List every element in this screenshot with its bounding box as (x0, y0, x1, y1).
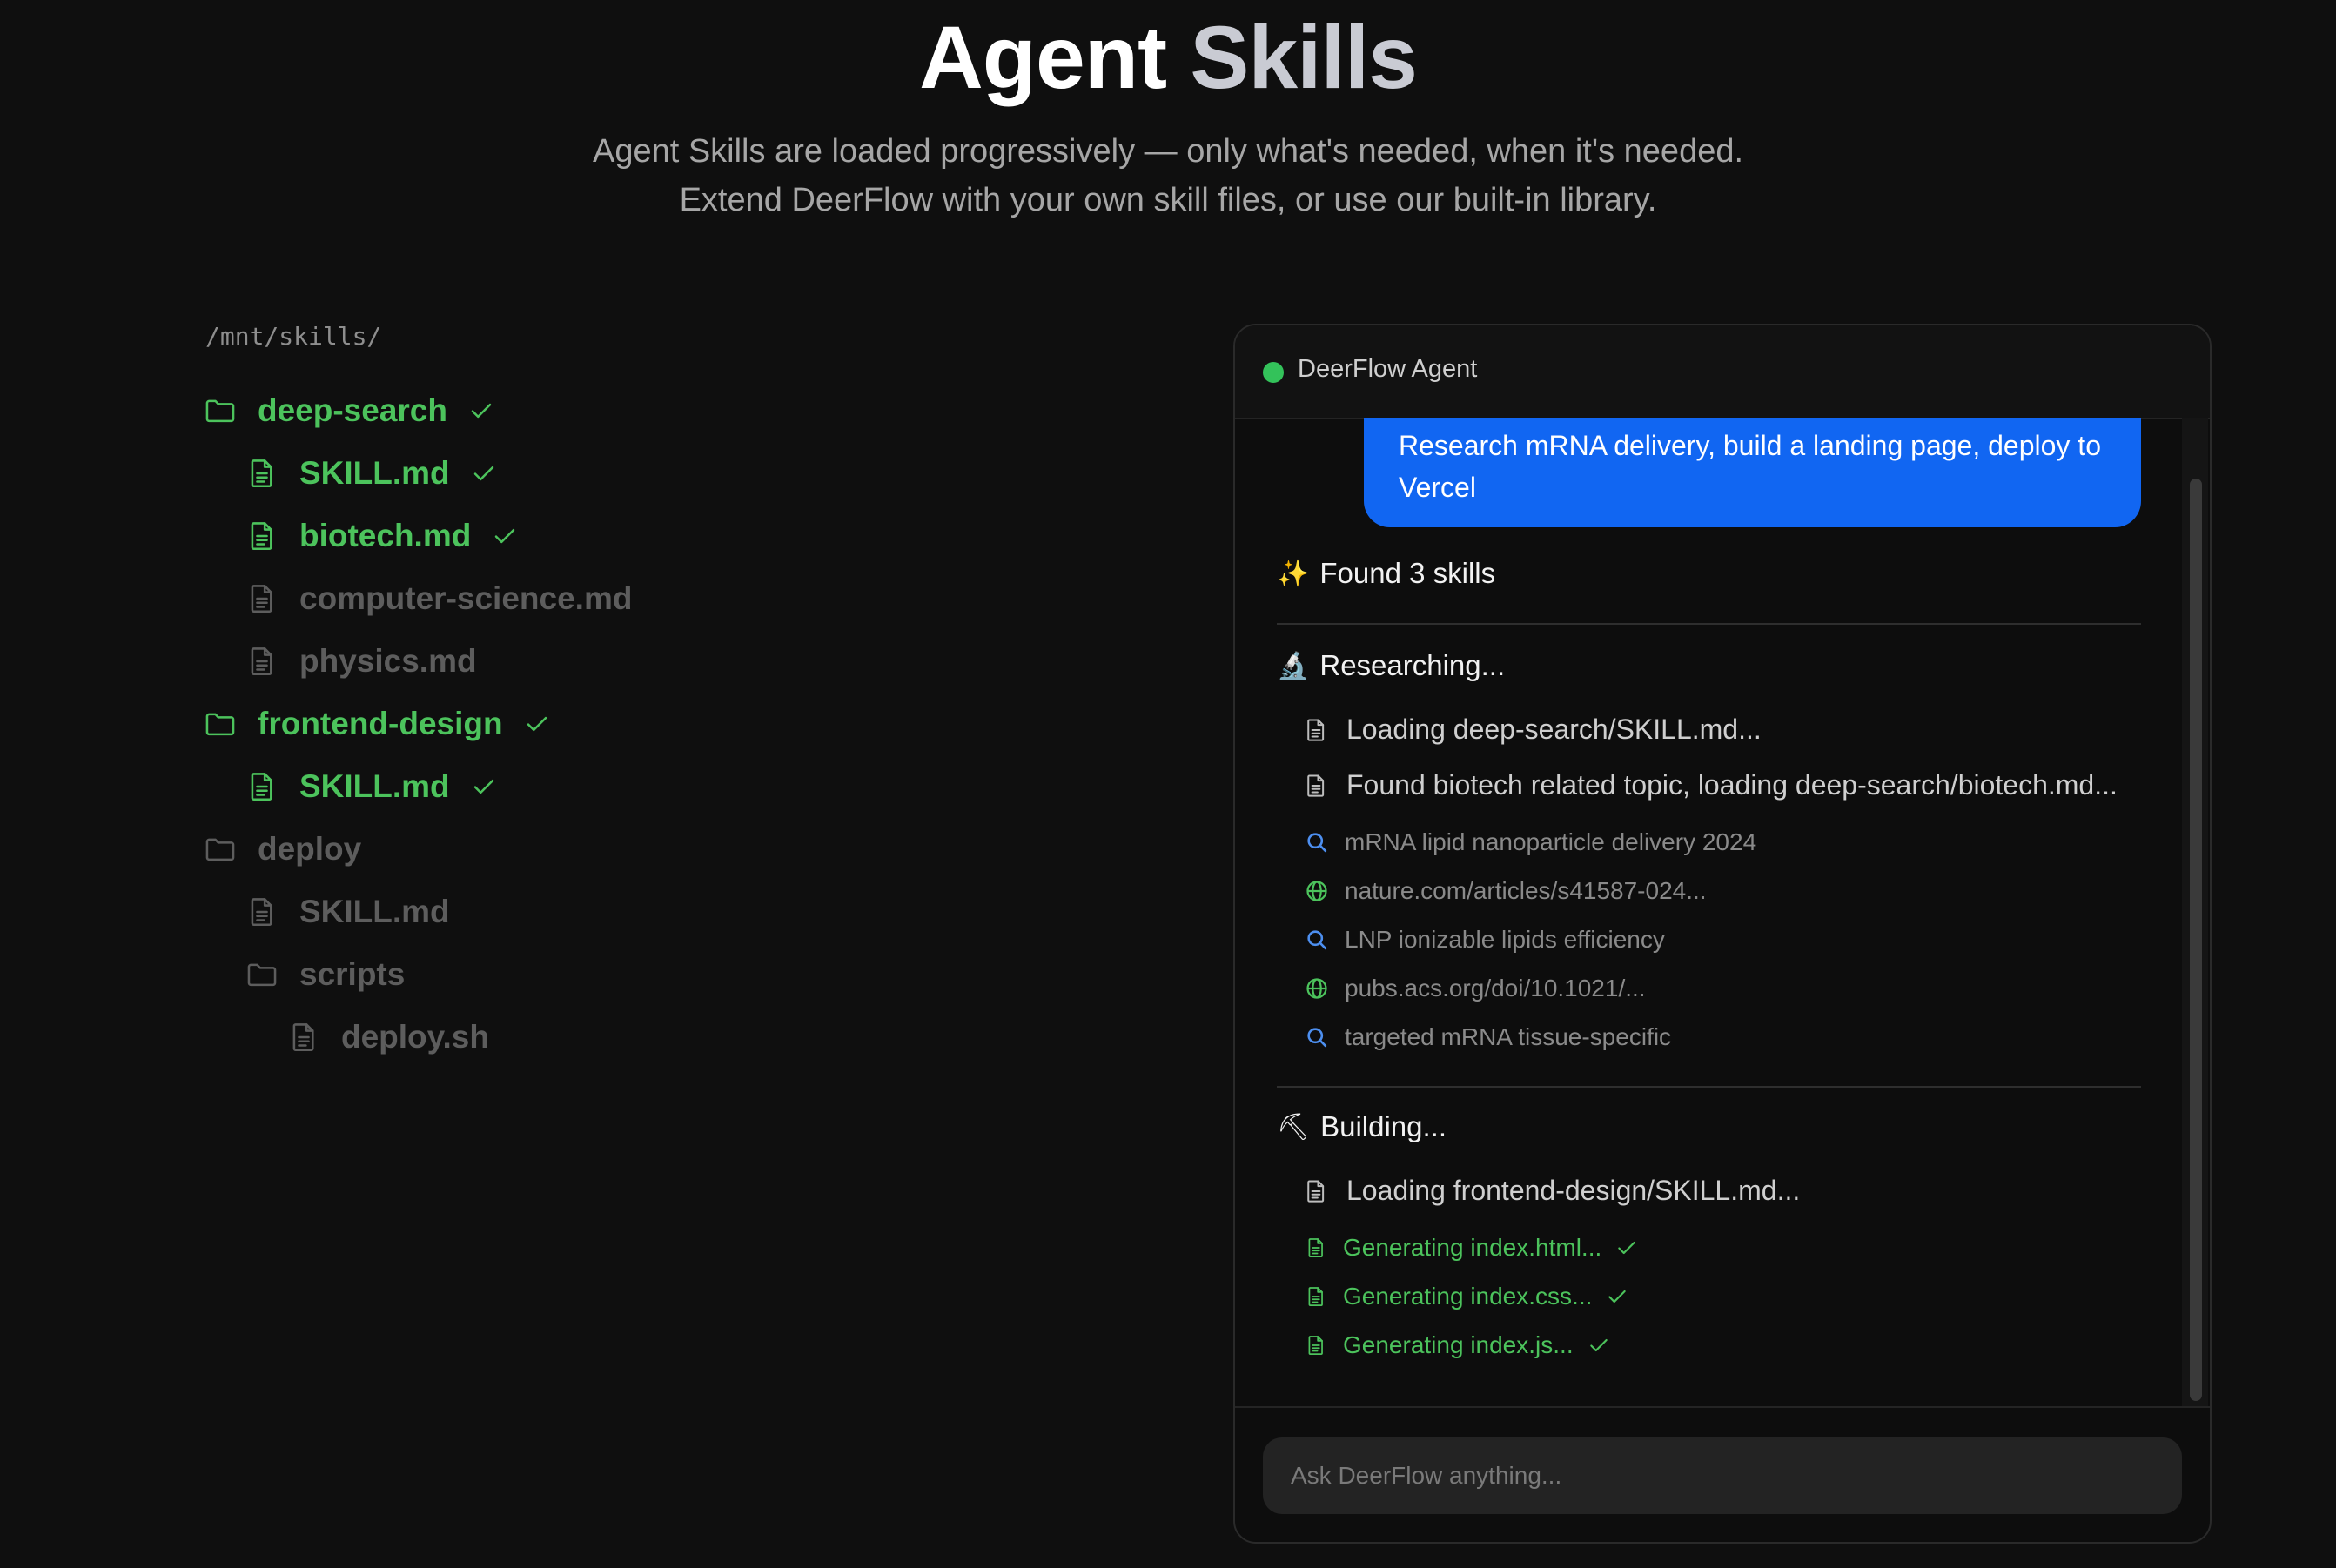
tree-item-label: SKILL.md (299, 894, 450, 929)
page-title-word-skills: Skills (1190, 8, 1418, 107)
tree-item-label: biotech.md (299, 518, 472, 553)
file-icon (245, 457, 279, 490)
tree-file-computer-science-md[interactable]: computer-science.md (245, 573, 632, 625)
file-icon (1303, 1178, 1329, 1204)
file-icon (287, 1021, 320, 1054)
research-source-text: pubs.acs.org/doi/10.1021/... (1345, 975, 1646, 1002)
microscope-icon: 🔬 (1277, 650, 1310, 681)
tree-file-skill-md[interactable]: SKILL.md (245, 761, 497, 813)
tree-item-label: computer-science.md (299, 580, 633, 616)
tree-folder-deep-search[interactable]: deep-search (204, 385, 494, 437)
tree-item-label: frontend-design (258, 706, 503, 741)
sparkles-icon: ✨ (1277, 558, 1310, 589)
research-source: pubs.acs.org/doi/10.1021/... (1305, 975, 1646, 1002)
chat-input[interactable] (1263, 1437, 2182, 1514)
research-source: LNP ionizable lipids efficiency (1305, 926, 1665, 954)
chat-title: DeerFlow Agent (1298, 355, 1478, 383)
tree-folder-scripts[interactable]: scripts (245, 948, 405, 1001)
researching-heading: 🔬 Researching... (1277, 649, 1505, 682)
research-step-text: Found biotech related topic, loading dee… (1346, 769, 2118, 801)
tree-folder-deploy[interactable]: deploy (204, 823, 361, 875)
page-title: Agent Skills (0, 7, 2336, 109)
search-icon (1305, 830, 1329, 854)
research-source: targeted mRNA tissue-specific (1305, 1023, 1671, 1051)
tree-item-label: deploy (258, 831, 362, 867)
file-icon (1303, 717, 1329, 743)
search-icon (1305, 928, 1329, 952)
check-icon (524, 711, 550, 737)
research-step: Found biotech related topic, loading dee… (1303, 769, 2118, 801)
generated-file-text: Generating index.html... (1343, 1234, 1602, 1261)
globe-icon (1305, 879, 1329, 903)
check-icon (471, 460, 497, 486)
tree-folder-frontend-design[interactable]: frontend-design (204, 698, 550, 750)
building-heading: ⛏ Building... (1277, 1110, 1447, 1143)
tree-item-label: SKILL.md (299, 455, 450, 491)
subtitle-line-2: Extend DeerFlow with your own skill file… (679, 182, 1657, 218)
skills-found-label: Found 3 skills (1319, 557, 1496, 589)
file-icon (1305, 1334, 1327, 1357)
file-icon (1305, 1236, 1327, 1259)
tree-item-label: scripts (299, 956, 406, 992)
generated-file: Generating index.html... (1305, 1234, 1638, 1262)
folder-icon (204, 394, 237, 427)
divider (1277, 623, 2141, 625)
generated-file-text: Generating index.js... (1343, 1331, 1574, 1358)
skills-path: /mnt/skills/ (205, 322, 382, 351)
tree-item-label: deploy.sh (341, 1019, 489, 1055)
globe-icon (1305, 976, 1329, 1001)
researching-label: Researching... (1319, 649, 1506, 681)
page-title-word-agent: Agent (919, 8, 1167, 107)
check-icon (492, 523, 518, 549)
chat-header: DeerFlow Agent (1235, 325, 2210, 419)
folder-icon (204, 707, 237, 740)
build-step-text: Loading frontend-design/SKILL.md... (1346, 1175, 1801, 1206)
research-source-text: targeted mRNA tissue-specific (1345, 1023, 1672, 1050)
research-step: Loading deep-search/SKILL.md... (1303, 714, 1762, 746)
file-icon (245, 519, 279, 553)
folder-icon (245, 958, 279, 991)
chat-panel: DeerFlow Agent Research mRNA delivery, b… (1233, 324, 2212, 1544)
research-source-text: mRNA lipid nanoparticle delivery 2024 (1345, 828, 1757, 855)
user-message-bubble: Research mRNA delivery, build a landing … (1364, 418, 2141, 527)
file-icon (245, 895, 279, 928)
tree-item-label: physics.md (299, 643, 477, 679)
file-icon (245, 770, 279, 803)
tree-item-label: deep-search (258, 392, 447, 428)
file-icon (245, 582, 279, 615)
research-step-text: Loading deep-search/SKILL.md... (1346, 714, 1762, 745)
composer-divider (1235, 1406, 2210, 1408)
check-icon (1588, 1334, 1610, 1357)
research-source-text: LNP ionizable lipids efficiency (1345, 926, 1665, 953)
check-icon (468, 398, 494, 424)
divider (1277, 1086, 2141, 1088)
tree-file-skill-md[interactable]: SKILL.md (245, 447, 497, 499)
check-icon (1606, 1285, 1628, 1308)
research-source: mRNA lipid nanoparticle delivery 2024 (1305, 828, 1756, 856)
skills-found-heading: ✨ Found 3 skills (1277, 557, 1495, 590)
search-icon (1305, 1025, 1329, 1049)
tree-file-skill-md[interactable]: SKILL.md (245, 886, 450, 938)
file-icon (1305, 1285, 1327, 1308)
check-icon (471, 774, 497, 800)
generated-file-text: Generating index.css... (1343, 1283, 1593, 1310)
generated-file: Generating index.css... (1305, 1283, 1628, 1310)
research-source-text: nature.com/articles/s41587-024... (1345, 877, 1707, 904)
pick-icon: ⛏ (1277, 1111, 1311, 1142)
tree-file-biotech-md[interactable]: biotech.md (245, 510, 518, 562)
online-status-dot (1263, 362, 1284, 383)
subtitle-line-1: Agent Skills are loaded progressively — … (592, 133, 1744, 170)
file-icon (245, 645, 279, 678)
folder-icon (204, 833, 237, 866)
file-icon (1303, 773, 1329, 799)
tree-file-physics-md[interactable]: physics.md (245, 635, 477, 687)
check-icon (1615, 1236, 1638, 1259)
tree-file-deploy-sh[interactable]: deploy.sh (287, 1011, 489, 1063)
research-source: nature.com/articles/s41587-024... (1305, 877, 1707, 905)
generated-file: Generating index.js... (1305, 1331, 1610, 1359)
tree-item-label: SKILL.md (299, 768, 450, 804)
build-step: Loading frontend-design/SKILL.md... (1303, 1175, 1800, 1207)
building-label: Building... (1320, 1110, 1447, 1142)
chat-scrollbar-thumb[interactable] (2190, 479, 2202, 1401)
